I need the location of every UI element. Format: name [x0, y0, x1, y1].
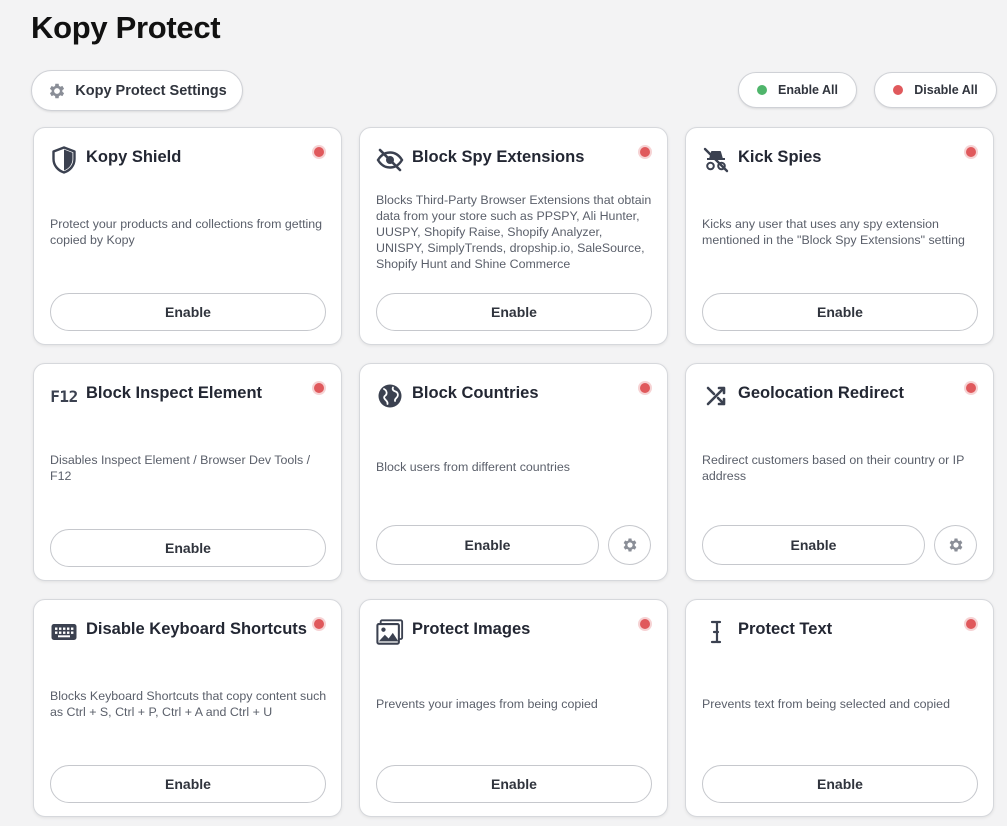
card-description: Disables Inspect Element / Browser Dev T…	[50, 453, 311, 483]
enable-all-label: Enable All	[778, 83, 838, 97]
card-title: Block Spy Extensions	[412, 148, 585, 166]
card-title: Block Inspect Element	[86, 384, 263, 402]
card-description: Prevents your images from being copied	[376, 697, 598, 711]
eye-off-icon	[376, 146, 404, 174]
status-dot	[966, 147, 976, 157]
card-title: Kick Spies	[738, 148, 822, 166]
gear-icon	[949, 538, 962, 552]
card-protect-images: Protect Images Prevents your images from…	[359, 599, 668, 817]
shuffle-icon	[702, 382, 730, 410]
spy-off-icon	[702, 146, 730, 174]
status-dot	[640, 619, 650, 629]
card-kick-spies: Kick Spies Kicks any user that uses any …	[685, 127, 994, 345]
card-block-inspect-element: F12 Block Inspect Element Disables Inspe…	[33, 363, 342, 581]
f12-icon-label: F12	[50, 386, 78, 406]
status-dot	[966, 383, 976, 393]
card-title: Block Countries	[412, 384, 539, 402]
enable-button[interactable]: Enable	[376, 293, 652, 331]
card-title: Protect Images	[412, 620, 531, 638]
enable-all-button[interactable]: Enable All	[738, 72, 857, 108]
gear-icon	[623, 538, 636, 552]
card-block-countries: Block Countries Block users from differe…	[359, 363, 668, 581]
status-dot	[314, 619, 324, 629]
page-title: Kopy Protect	[31, 10, 221, 45]
enable-button[interactable]: Enable	[702, 293, 978, 331]
card-description: Block users from different countries	[376, 460, 570, 474]
card-settings-button[interactable]	[608, 525, 651, 565]
card-disable-keyboard-shortcuts: Disable Keyboard Shortcuts Blocks Keyboa…	[33, 599, 342, 817]
settings-button-label: Kopy Protect Settings	[75, 82, 227, 99]
card-description: Blocks Keyboard Shortcuts that copy cont…	[50, 689, 327, 719]
enable-button[interactable]: Enable	[376, 765, 652, 803]
card-description: Redirect customers based on their countr…	[702, 453, 965, 483]
disable-all-button[interactable]: Disable All	[874, 72, 997, 108]
card-description: Prevents text from being selected and co…	[702, 697, 950, 711]
f12-icon: F12	[50, 382, 78, 410]
enable-button[interactable]: Enable	[702, 765, 978, 803]
enable-button[interactable]: Enable	[376, 525, 599, 565]
card-title: Disable Keyboard Shortcuts	[86, 620, 307, 638]
globe-icon	[376, 382, 404, 410]
enable-button[interactable]: Enable	[50, 293, 326, 331]
kopy-protect-settings-button[interactable]: Kopy Protect Settings	[31, 70, 243, 111]
image-icon	[376, 618, 404, 646]
enable-button[interactable]: Enable	[50, 529, 326, 567]
card-description: Protect your products and collections fr…	[50, 217, 323, 247]
enable-button[interactable]: Enable	[50, 765, 326, 803]
shield-icon	[50, 146, 78, 174]
text-cursor-icon	[702, 618, 730, 646]
card-description: Blocks Third-Party Browser Extensions th…	[376, 193, 652, 271]
status-dot	[640, 147, 650, 157]
card-description: Kicks any user that uses any spy extensi…	[702, 217, 965, 247]
status-dot	[966, 619, 976, 629]
status-dot	[314, 147, 324, 157]
card-kopy-shield: Kopy Shield Protect your products and co…	[33, 127, 342, 345]
card-title: Kopy Shield	[86, 148, 182, 166]
card-settings-button[interactable]	[934, 525, 977, 565]
status-dot	[640, 383, 650, 393]
enable-button[interactable]: Enable	[702, 525, 925, 565]
enabled-status-dot	[757, 85, 768, 95]
status-dot	[314, 383, 324, 393]
card-protect-text: Protect Text Prevents text from being se…	[685, 599, 994, 817]
card-block-spy-extensions: Block Spy Extensions Blocks Third-Party …	[359, 127, 668, 345]
gear-icon	[50, 83, 65, 98]
disable-all-label: Disable All	[914, 83, 978, 97]
card-title: Protect Text	[738, 620, 833, 638]
keyboard-icon	[50, 618, 78, 646]
card-title: Geolocation Redirect	[738, 384, 904, 402]
disabled-status-dot	[893, 85, 904, 95]
card-geolocation-redirect: Geolocation Redirect Redirect customers …	[685, 363, 994, 581]
